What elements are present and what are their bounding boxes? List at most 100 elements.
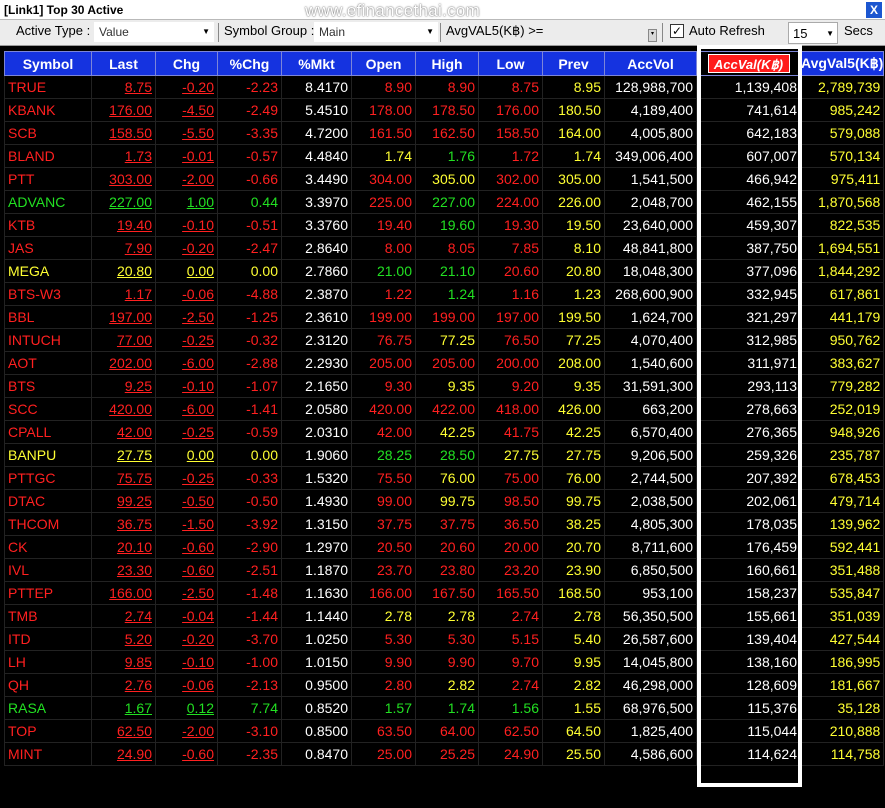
close-button[interactable]: X (866, 2, 882, 18)
table-row[interactable]: CK 20.10 -0.60 -2.90 1.2970 20.50 20.60 20.00 20… (4, 535, 885, 559)
last-cell: 176.00 (91, 98, 156, 122)
symbol-group-select[interactable]: Main ▼ (314, 22, 438, 42)
high-cell: 2.78 (415, 604, 479, 628)
table-row[interactable]: KBANK 176.00 -4.50 -2.49 5.4510 178.00 178.50 1… (4, 98, 885, 122)
low-cell: 76.50 (478, 328, 543, 352)
table-row[interactable]: BTS-W3 1.17 -0.06 -4.88 2.3870 1.22 1.24 1.16 1.… (4, 282, 885, 306)
avgval-cell: 985,242 (799, 98, 885, 122)
table-row[interactable]: ITD 5.20 -0.20 -3.70 1.0250 5.30 5.30 5.15 5.40 2… (4, 627, 885, 651)
chevron-down-icon: ▼ (426, 27, 434, 36)
prev-cell: 2.78 (542, 604, 605, 628)
active-type-label: Active Type : (16, 23, 91, 38)
symbol-cell: CPALL (4, 420, 92, 444)
pchg-cell: 0.44 (217, 190, 282, 214)
active-type-value: Value (99, 25, 129, 39)
active-type-select[interactable]: Value ▼ (94, 22, 214, 42)
avgval-cell: 181,667 (799, 673, 885, 697)
last-cell: 9.85 (91, 650, 156, 674)
pchg-cell: -1.44 (217, 604, 282, 628)
pmkt-cell: 2.3610 (281, 305, 352, 329)
last-cell: 62.50 (91, 719, 156, 743)
col-pchg[interactable]: %Chg (217, 51, 282, 76)
prev-cell: 2.82 (542, 673, 605, 697)
pmkt-cell: 1.1870 (281, 558, 352, 582)
prev-cell: 226.00 (542, 190, 605, 214)
table-row[interactable]: BLAND 1.73 -0.01 -0.57 4.4840 1.74 1.76 1.72 1.7… (4, 144, 885, 168)
last-cell: 202.00 (91, 351, 156, 375)
table-row[interactable]: SCB 158.50 -5.50 -3.35 4.7200 161.50 162.50 158… (4, 121, 885, 145)
col-low[interactable]: Low (478, 51, 543, 76)
accvol-cell: 8,711,600 (604, 535, 697, 559)
low-cell: 158.50 (478, 121, 543, 145)
low-cell: 23.20 (478, 558, 543, 582)
col-chg[interactable]: Chg (155, 51, 218, 76)
table-row[interactable]: TMB 2.74 -0.04 -1.44 1.1440 2.78 2.78 2.74 2.78 5… (4, 604, 885, 628)
table-row[interactable]: SCC 420.00 -6.00 -1.41 2.0580 420.00 422.00 418… (4, 397, 885, 421)
chg-cell: -0.10 (155, 374, 218, 398)
accvol-cell: 1,825,400 (604, 719, 697, 743)
table-row[interactable]: PTTEP 166.00 -2.50 -1.48 1.1630 166.00 167.50 1… (4, 581, 885, 605)
table-row[interactable]: BBL 197.00 -2.50 -1.25 2.3610 199.00 199.00 197… (4, 305, 885, 329)
secs-label: Secs (844, 23, 873, 38)
col-avgval5[interactable]: AvgVal5(K฿) (799, 51, 885, 76)
open-cell: 8.00 (351, 236, 416, 260)
table-row[interactable]: PTTGC 75.75 -0.25 -0.33 1.5320 75.50 76.00 75.0… (4, 466, 885, 490)
prev-cell: 180.50 (542, 98, 605, 122)
col-high[interactable]: High (415, 51, 479, 76)
table-row[interactable]: KTB 19.40 -0.10 -0.51 3.3760 19.40 19.60 19.30 1… (4, 213, 885, 237)
col-accval-sorted[interactable]: AccVal(K฿) (696, 51, 801, 76)
table-row[interactable]: THCOM 36.75 -1.50 -3.92 1.3150 37.75 37.75 36.5… (4, 512, 885, 536)
table-row[interactable]: IVL 23.30 -0.60 -2.51 1.1870 23.70 23.80 23.20 2… (4, 558, 885, 582)
pmkt-cell: 4.4840 (281, 144, 352, 168)
prev-cell: 5.40 (542, 627, 605, 651)
col-accvol[interactable]: AccVol (604, 51, 697, 76)
table-row[interactable]: CPALL 42.00 -0.25 -0.59 2.0310 42.00 42.25 41.7… (4, 420, 885, 444)
chg-cell: -2.50 (155, 581, 218, 605)
prev-cell: 9.95 (542, 650, 605, 674)
window-title: [Link1] Top 30 Active (4, 3, 124, 17)
table-row[interactable]: ADVANC 227.00 1.00 0.44 3.3970 225.00 227.00 22… (4, 190, 885, 214)
table-row[interactable]: BANPU 27.75 0.00 0.00 1.9060 28.25 28.50 27.75 2… (4, 443, 885, 467)
chg-cell: -2.50 (155, 305, 218, 329)
table-row[interactable]: QH 2.76 -0.06 -2.13 0.9500 2.80 2.82 2.74 2.82 46… (4, 673, 885, 697)
col-pmkt[interactable]: %Mkt (281, 51, 352, 76)
auto-refresh-checkbox[interactable]: ✓ (670, 24, 684, 38)
table-row[interactable]: PTT 303.00 -2.00 -0.66 3.4490 304.00 305.00 302… (4, 167, 885, 191)
separator (440, 23, 441, 42)
pmkt-cell: 3.3970 (281, 190, 352, 214)
table-row[interactable]: JAS 7.90 -0.20 -2.47 2.8640 8.00 8.05 7.85 8.10 4… (4, 236, 885, 260)
pchg-cell: -1.48 (217, 581, 282, 605)
accvol-cell: 14,045,800 (604, 650, 697, 674)
avgval-cell: 427,544 (799, 627, 885, 651)
table-row[interactable]: LH 9.85 -0.10 -1.00 1.0150 9.90 9.90 9.70 9.95 14… (4, 650, 885, 674)
refresh-interval-select[interactable]: 15 ▼ (788, 22, 838, 44)
table-row[interactable]: DTAC 99.25 -0.50 -0.50 1.4930 99.00 99.75 98.50… (4, 489, 885, 513)
col-prev[interactable]: Prev (542, 51, 605, 76)
low-cell: 20.60 (478, 259, 543, 283)
table-row[interactable]: BTS 9.25 -0.10 -1.07 2.1650 9.30 9.35 9.20 9.35 3… (4, 374, 885, 398)
avgval-cell: 235,787 (799, 443, 885, 467)
avgval-stepper[interactable]: ▾ (648, 29, 657, 42)
avgval-cell: 975,411 (799, 167, 885, 191)
col-last[interactable]: Last (91, 51, 156, 76)
table-row[interactable]: INTUCH 77.00 -0.25 -0.32 2.3120 76.75 77.25 76.… (4, 328, 885, 352)
accval-cell: 607,007 (696, 144, 801, 168)
high-cell: 8.90 (415, 75, 479, 99)
chg-cell: 0.12 (155, 696, 218, 720)
col-symbol[interactable]: Symbol (4, 51, 92, 76)
high-cell: 8.05 (415, 236, 479, 260)
table-row[interactable]: MEGA 20.80 0.00 0.00 2.7860 21.00 21.10 20.60 20… (4, 259, 885, 283)
table-row[interactable]: AOT 202.00 -6.00 -2.88 2.2930 205.00 205.00 200… (4, 351, 885, 375)
table-row[interactable]: TRUE 8.75 -0.20 -2.23 8.4170 8.90 8.90 8.75 8.95… (4, 75, 885, 99)
table-row[interactable]: RASA 1.67 0.12 7.74 0.8520 1.57 1.74 1.56 1.55 68… (4, 696, 885, 720)
pchg-cell: -2.13 (217, 673, 282, 697)
col-open[interactable]: Open (351, 51, 416, 76)
low-cell: 302.00 (478, 167, 543, 191)
table-row[interactable]: MINT 24.90 -0.60 -2.35 0.8470 25.00 25.25 24.90… (4, 742, 885, 766)
table-row[interactable]: TOP 62.50 -2.00 -3.10 0.8500 63.50 64.00 62.50 6… (4, 719, 885, 743)
last-cell: 1.17 (91, 282, 156, 306)
avgval-cell: 383,627 (799, 351, 885, 375)
last-cell: 5.20 (91, 627, 156, 651)
symbol-cell: PTT (4, 167, 92, 191)
accval-cell: 202,061 (696, 489, 801, 513)
